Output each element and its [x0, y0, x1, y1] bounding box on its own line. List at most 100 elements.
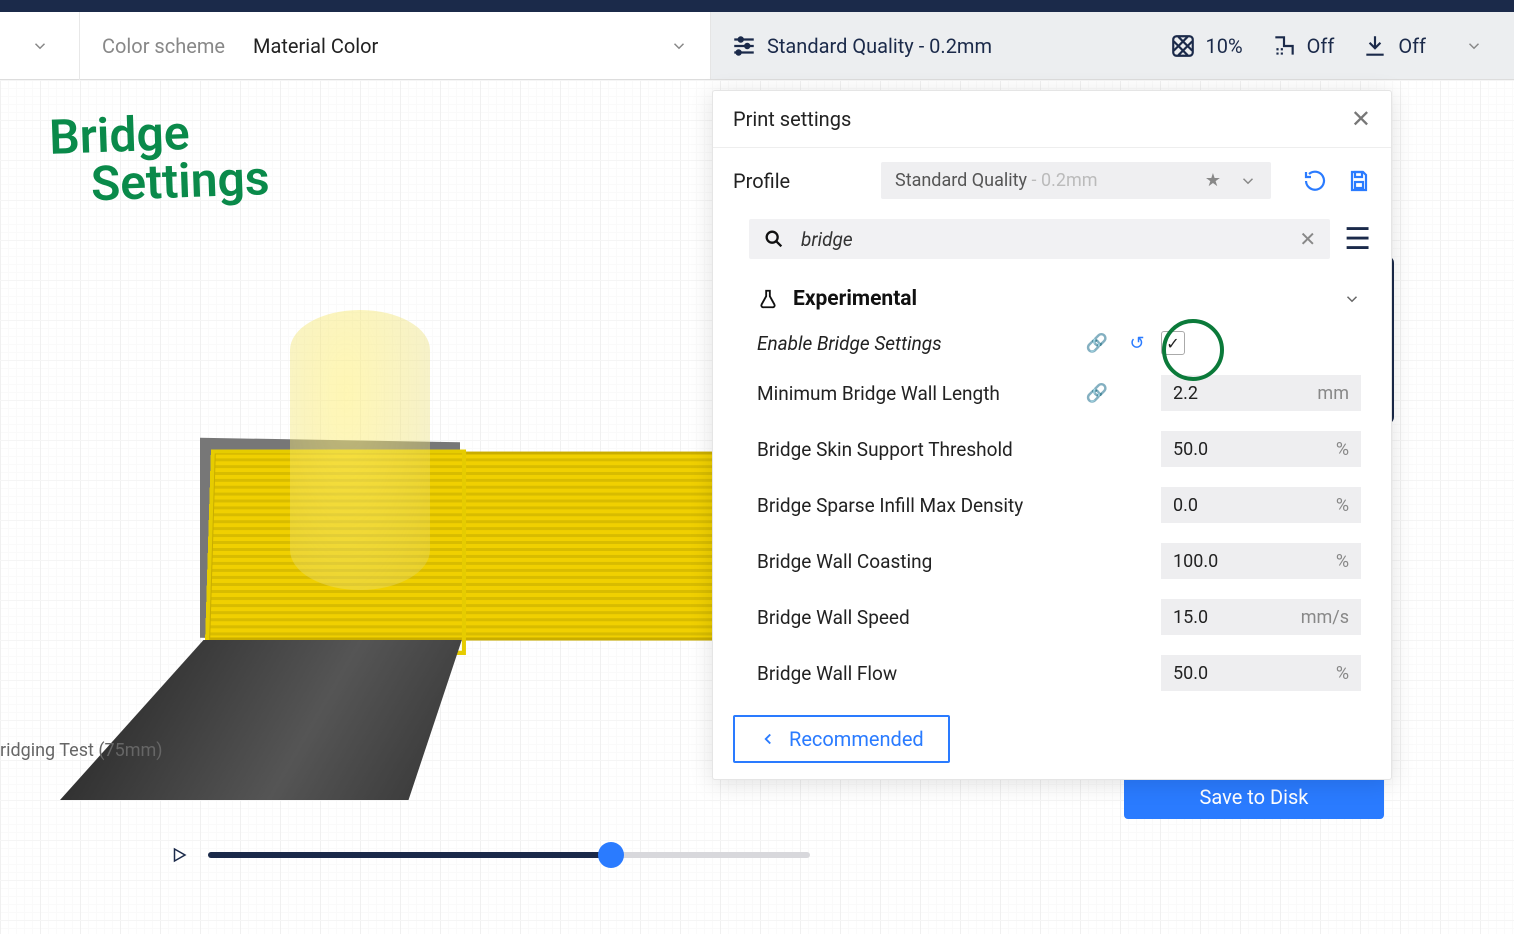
chevron-left-icon: [759, 730, 777, 748]
view-dropdown[interactable]: [0, 12, 80, 80]
toolbar: Color scheme Material Color Standard Qua…: [0, 12, 1514, 80]
value-input[interactable]: 50.0%: [1161, 655, 1361, 691]
setting-value: 100.0: [1173, 551, 1218, 572]
search-input[interactable]: [801, 228, 1283, 251]
chevron-down-icon: [1239, 172, 1257, 190]
setting-row: Minimum Bridge Wall Length 🔗 2.2 mm: [757, 365, 1361, 421]
timeline-track[interactable]: [208, 852, 810, 858]
close-icon[interactable]: ✕: [1351, 105, 1371, 133]
sliders-icon: [731, 33, 757, 59]
support-indicator[interactable]: Off: [1271, 33, 1335, 59]
flask-icon: [757, 288, 779, 310]
infill-value: 10%: [1206, 34, 1243, 58]
profile-dropdown[interactable]: Standard Quality - 0.2mm ★: [881, 162, 1271, 199]
layer-timeline: [170, 846, 810, 864]
value-input[interactable]: 15.0 mm/s: [1161, 599, 1361, 635]
panel-title: Print settings: [733, 107, 851, 131]
setting-value: 15.0: [1173, 607, 1208, 628]
toolbar-left: Color scheme Material Color: [0, 12, 711, 79]
value-input[interactable]: 100.0%: [1161, 543, 1361, 579]
clear-search-icon[interactable]: ✕: [1299, 227, 1316, 251]
star-icon[interactable]: ★: [1205, 170, 1221, 191]
profile-row: Profile Standard Quality - 0.2mm ★: [713, 148, 1391, 213]
adhesion-indicator[interactable]: Off: [1362, 33, 1426, 59]
setting-unit: %: [1336, 495, 1349, 516]
model-preview: [60, 360, 710, 800]
setting-unit: %: [1336, 551, 1349, 572]
toolbar-expand[interactable]: [1454, 37, 1494, 55]
save-profile-icon[interactable]: [1347, 169, 1371, 193]
support-value: Off: [1307, 34, 1335, 58]
save-to-disk-button[interactable]: Save to Disk: [1124, 775, 1384, 819]
setting-row: Bridge Wall Flow 50.0%: [757, 645, 1361, 699]
profile-name: Standard Quality: [895, 170, 1027, 191]
handwritten-annotation: Bridge Settings: [48, 106, 270, 210]
timeline-fill: [208, 852, 611, 858]
setting-unit: mm/s: [1301, 607, 1349, 628]
save-to-disk-label: Save to Disk: [1200, 785, 1309, 809]
chevron-down-icon: [670, 37, 688, 55]
timeline-handle[interactable]: [598, 842, 624, 868]
search-icon: [763, 228, 785, 250]
chevron-down-icon: [31, 37, 49, 55]
play-icon[interactable]: [170, 846, 188, 864]
reset-icon[interactable]: ↺: [1121, 333, 1153, 354]
settings-list: Enable Bridge Settings 🔗 ↺ ✓ Minimum Bridge …: [757, 321, 1361, 699]
setting-label: Bridge Wall Speed: [757, 606, 1073, 629]
panel-header: Print settings ✕: [713, 91, 1391, 148]
adhesion-icon: [1362, 33, 1388, 59]
support-icon: [1271, 33, 1297, 59]
checkbox[interactable]: ✓: [1161, 331, 1185, 355]
reset-icon[interactable]: [1303, 169, 1327, 193]
setting-row: Bridge Sparse Infill Max Density 0.0%: [757, 477, 1361, 533]
setting-label: Bridge Wall Flow: [757, 662, 1073, 685]
quality-label: Standard Quality - 0.2mm: [767, 34, 992, 58]
panel-footer: Recommended: [713, 699, 1391, 779]
setting-row: Enable Bridge Settings 🔗 ↺ ✓: [757, 321, 1361, 365]
model-bridge-layers: [207, 452, 733, 641]
chevron-down-icon: [1465, 37, 1483, 55]
adhesion-value: Off: [1398, 34, 1426, 58]
setting-label: Minimum Bridge Wall Length: [757, 382, 1073, 405]
search-box[interactable]: ✕: [749, 219, 1330, 259]
model-plinth-side: [60, 640, 470, 800]
setting-label: Enable Bridge Settings: [757, 332, 1073, 355]
section-header-experimental[interactable]: Experimental: [757, 277, 1361, 321]
section-title: Experimental: [793, 287, 917, 311]
setting-row: Bridge Wall Coasting 100.0%: [757, 533, 1361, 589]
search-row: ✕ ☰: [713, 213, 1391, 271]
color-scheme-dropdown[interactable]: Color scheme Material Color: [80, 34, 710, 58]
value-input[interactable]: 0.0%: [1161, 487, 1361, 523]
infill-icon: [1170, 33, 1196, 59]
color-scheme-label: Color scheme: [102, 34, 225, 58]
model-cylinder: [290, 310, 430, 590]
window-titlebar: [0, 0, 1514, 12]
quality-selector[interactable]: Standard Quality - 0.2mm: [731, 33, 1142, 59]
recommended-button[interactable]: Recommended: [733, 715, 950, 763]
value-input[interactable]: 50.0%: [1161, 431, 1361, 467]
setting-value: 2.2: [1173, 383, 1198, 404]
profile-actions: [1303, 169, 1371, 193]
setting-unit: %: [1336, 439, 1349, 460]
settings-section: Experimental Enable Bridge Settings 🔗 ↺ ✓ Mi…: [713, 271, 1391, 699]
annotation-line2: Settings: [90, 154, 270, 208]
setting-value: 0.0: [1173, 495, 1198, 516]
color-scheme-value: Material Color: [243, 34, 652, 58]
print-settings-panel: Print settings ✕ Profile Standard Qualit…: [712, 90, 1392, 780]
chevron-down-icon: [1343, 290, 1361, 308]
setting-label: Bridge Wall Coasting: [757, 550, 1073, 573]
link-icon[interactable]: 🔗: [1081, 333, 1113, 354]
profile-sub: - 0.2mm: [1027, 170, 1097, 191]
infill-indicator[interactable]: 10%: [1170, 33, 1243, 59]
toolbar-right: Standard Quality - 0.2mm 10% Off Off: [711, 12, 1514, 79]
setting-unit: %: [1336, 663, 1349, 684]
link-icon[interactable]: 🔗: [1081, 383, 1113, 404]
setting-row: Bridge Wall Speed 15.0 mm/s: [757, 589, 1361, 645]
setting-label: Bridge Sparse Infill Max Density: [757, 494, 1073, 517]
setting-unit: mm: [1317, 383, 1349, 404]
setting-value: 50.0: [1173, 663, 1208, 684]
value-input[interactable]: 2.2 mm: [1161, 375, 1361, 411]
hamburger-menu-icon[interactable]: ☰: [1344, 222, 1371, 257]
profile-label: Profile: [733, 169, 863, 193]
setting-row: Bridge Skin Support Threshold50.0%: [757, 421, 1361, 477]
